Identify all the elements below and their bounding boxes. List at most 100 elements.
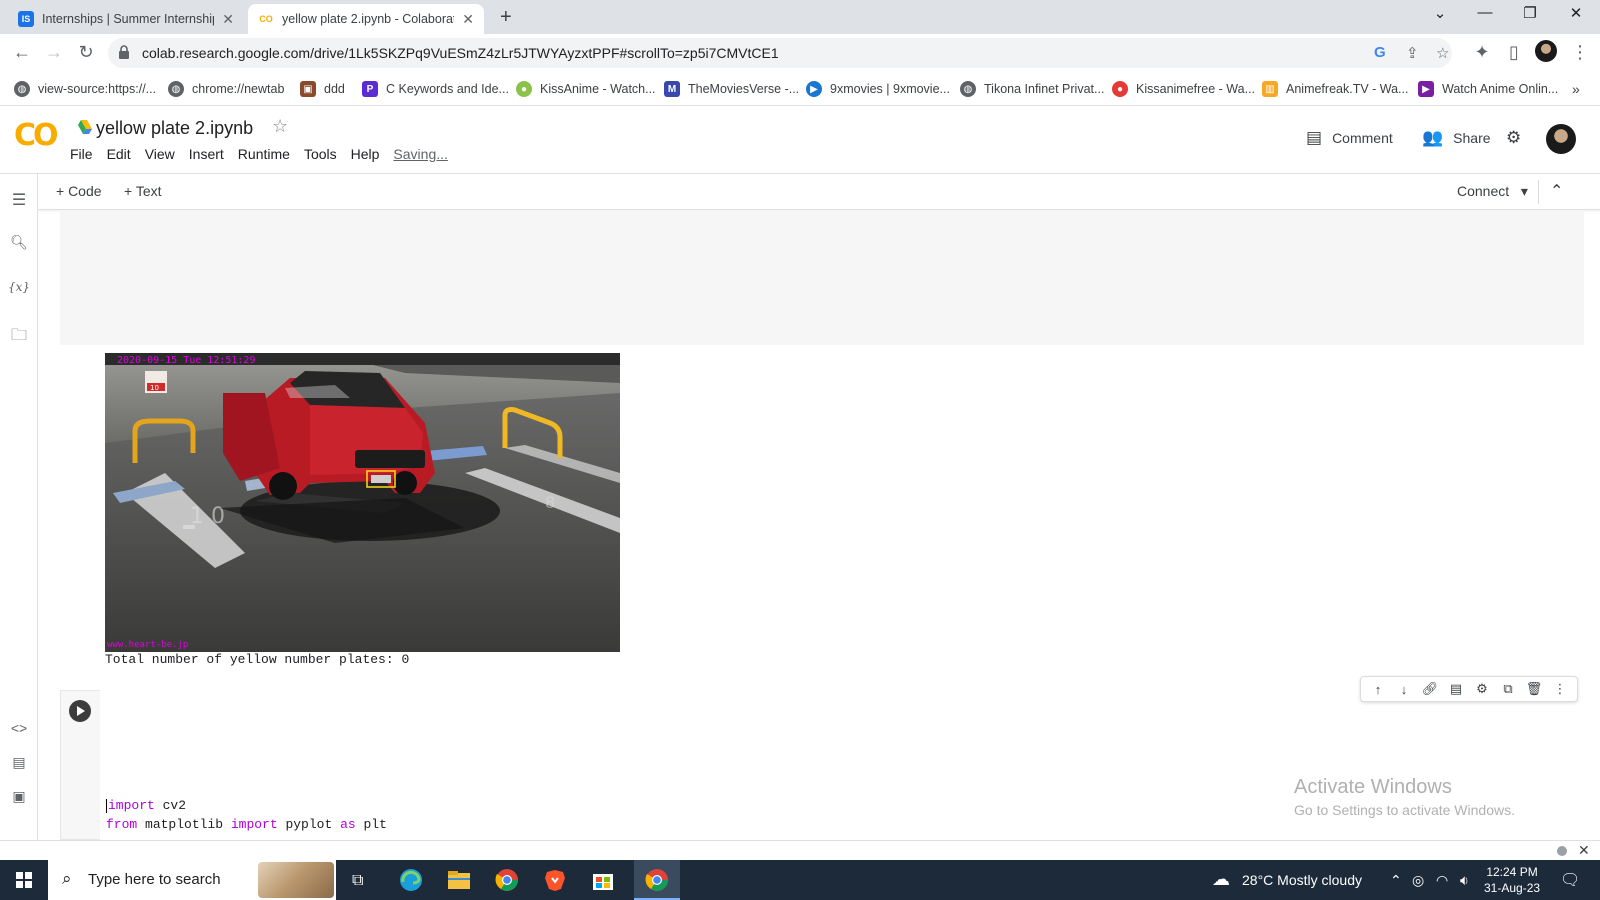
address-bar[interactable]: colab.research.google.com/drive/1Lk5SKZP… <box>108 38 1452 68</box>
restore-icon[interactable]: ❐ <box>1510 4 1550 22</box>
extensions-icon[interactable]: ✦ <box>1470 42 1494 63</box>
chevron-down-icon[interactable]: ▾ <box>1521 183 1528 199</box>
add-text-button[interactable]: + Text <box>124 183 162 199</box>
profile-avatar[interactable] <box>1535 40 1557 62</box>
add-code-button[interactable]: + Code <box>56 183 102 199</box>
move-up-icon[interactable]: ↑ <box>1369 682 1387 697</box>
code-line[interactable]: import cv2 <box>106 798 186 813</box>
bookmark-item[interactable]: M TheMoviesVerse -... <box>664 81 799 97</box>
tab-colab[interactable]: CO yellow plate 2.ipynb - Colaborato ✕ <box>248 4 484 34</box>
meet-now-icon[interactable]: ◎ <box>1412 872 1424 889</box>
share-page-icon[interactable]: ⇪ <box>1406 44 1419 62</box>
close-tab-icon[interactable]: ✕ <box>462 11 474 28</box>
terminal-icon[interactable]: ▣ <box>8 788 30 805</box>
bookmark-item[interactable]: ◍ Tikona Infinet Privat... <box>960 81 1104 97</box>
clock-time: 12:24 PM <box>1486 865 1538 879</box>
file-explorer-icon[interactable] <box>446 868 472 892</box>
link-icon[interactable]: 🔗︎ <box>1421 681 1439 697</box>
status-indicator <box>1557 846 1567 856</box>
edge-icon[interactable] <box>398 868 424 892</box>
bookmark-item[interactable]: P C Keywords and Ide... <box>362 81 509 97</box>
bookmark-label: Tikona Infinet Privat... <box>984 82 1105 96</box>
bookmark-item[interactable]: ● Kissanimefree - Wa... <box>1112 81 1255 97</box>
folder-icon[interactable]: 🗀 <box>8 324 30 351</box>
move-down-icon[interactable]: ↓ <box>1395 682 1413 697</box>
notebook-title[interactable]: yellow plate 2.ipynb <box>96 118 253 139</box>
comment-button[interactable]: ▤ Comment <box>1306 128 1393 148</box>
more-icon[interactable]: ⋮ <box>1551 681 1569 697</box>
new-tab-icon[interactable]: + <box>500 6 512 29</box>
tab-title: Internships | Summer Internship 2 <box>42 12 215 26</box>
chrome-menu-icon[interactable]: ⋮ <box>1568 42 1592 63</box>
code-snippets-icon[interactable]: <> <box>8 720 30 736</box>
weather-icon[interactable]: ☁ <box>1212 869 1230 890</box>
comment-label: Comment <box>1332 130 1393 146</box>
windows-start-icon[interactable] <box>16 872 32 888</box>
menu-insert[interactable]: Insert <box>189 146 224 162</box>
account-avatar[interactable] <box>1546 124 1576 154</box>
brave-icon[interactable] <box>542 868 568 892</box>
activate-windows-title: Activate Windows <box>1294 776 1452 798</box>
volume-icon[interactable]: 🔉︎ <box>1460 872 1469 889</box>
chevron-up-icon[interactable]: ⌃ <box>1550 181 1563 201</box>
menu-help[interactable]: Help <box>351 146 380 162</box>
minimize-icon[interactable]: — <box>1465 4 1505 21</box>
search-icon[interactable]: 🔍︎ <box>8 234 30 251</box>
lock-icon <box>119 45 129 59</box>
menu-file[interactable]: File <box>70 146 93 162</box>
task-view-icon[interactable]: ⧉ <box>352 872 363 890</box>
system-clock[interactable]: 12:24 PM 31-Aug-23 <box>1484 864 1540 896</box>
comment-icon[interactable]: ▤ <box>1447 681 1465 697</box>
chevron-up-icon[interactable]: ⌃ <box>1390 872 1402 889</box>
play-icon: ▶ <box>806 81 822 97</box>
variables-icon[interactable]: {x} <box>8 280 30 294</box>
bookmark-label: 9xmovies | 9xmovie... <box>830 82 950 96</box>
gear-icon[interactable]: ⚙ <box>1473 681 1491 697</box>
settings-button[interactable]: ⚙ <box>1506 128 1531 148</box>
network-icon[interactable]: ◠ <box>1436 872 1448 889</box>
code-line[interactable]: from matplotlib import pyplot as plt <box>106 817 387 832</box>
menu-view[interactable]: View <box>145 146 175 162</box>
back-icon[interactable]: ← <box>10 42 34 63</box>
divider <box>1538 180 1539 204</box>
bookmark-item[interactable]: ▣ ddd <box>300 81 345 97</box>
colab-logo[interactable]: CO <box>14 118 58 153</box>
bookmark-star-icon[interactable]: ☆ <box>1436 44 1449 62</box>
star-icon[interactable]: ☆ <box>272 116 288 137</box>
chrome-active-window[interactable] <box>634 860 680 900</box>
close-tab-icon[interactable]: ✕ <box>222 11 234 28</box>
google-drive-icon[interactable] <box>76 120 92 134</box>
bookmark-item[interactable]: ◍ chrome://newtab <box>168 81 284 97</box>
bookmark-item[interactable]: ◍ view-source:https://... <box>14 81 156 97</box>
connect-button[interactable]: Connect ▾ <box>1457 183 1528 200</box>
google-icon[interactable]: G <box>1374 44 1386 61</box>
microsoft-store-icon[interactable] <box>590 868 616 892</box>
menu-runtime[interactable]: Runtime <box>238 146 290 162</box>
weather-text[interactable]: 28°C Mostly cloudy <box>1242 872 1362 888</box>
reload-icon[interactable]: ↻ <box>74 42 98 63</box>
tab-internships[interactable]: IS Internships | Summer Internship 2 ✕ <box>8 4 244 34</box>
code-token: cv2 <box>154 798 187 813</box>
side-panel-icon[interactable]: ▯ <box>1502 42 1526 63</box>
share-button[interactable]: 👥 Share <box>1422 128 1491 148</box>
bookmark-item[interactable]: ▶ Watch Anime Onlin... <box>1418 81 1558 97</box>
bookmark-item[interactable]: ▶ 9xmovies | 9xmovie... <box>806 81 950 97</box>
menu-tools[interactable]: Tools <box>304 146 337 162</box>
chrome-icon[interactable] <box>494 868 520 892</box>
taskbar-search[interactable]: ⌕ Type here to search <box>48 860 336 900</box>
menu-edit[interactable]: Edit <box>107 146 131 162</box>
close-icon[interactable]: ✕ <box>1578 842 1590 859</box>
tab-search-icon[interactable]: ⌄ <box>1420 4 1460 22</box>
command-palette-icon[interactable]: ▤ <box>8 754 30 771</box>
save-status[interactable]: Saving... <box>393 146 447 162</box>
notifications-icon[interactable]: 🗨︎ <box>1560 870 1580 890</box>
bookmark-item[interactable]: ▥ Animefreak.TV - Wa... <box>1262 81 1408 97</box>
more-bookmarks-icon[interactable]: » <box>1572 81 1580 97</box>
forward-icon[interactable]: → <box>42 42 66 63</box>
run-cell-button[interactable] <box>69 700 91 722</box>
delete-icon[interactable]: 🗑︎ <box>1525 681 1543 697</box>
mirror-cell-icon[interactable]: ⧉ <box>1499 681 1517 697</box>
bookmark-item[interactable]: ● KissAnime - Watch... <box>516 81 656 97</box>
close-window-icon[interactable]: ✕ <box>1556 4 1596 22</box>
table-of-contents-icon[interactable]: ☰ <box>8 190 30 210</box>
